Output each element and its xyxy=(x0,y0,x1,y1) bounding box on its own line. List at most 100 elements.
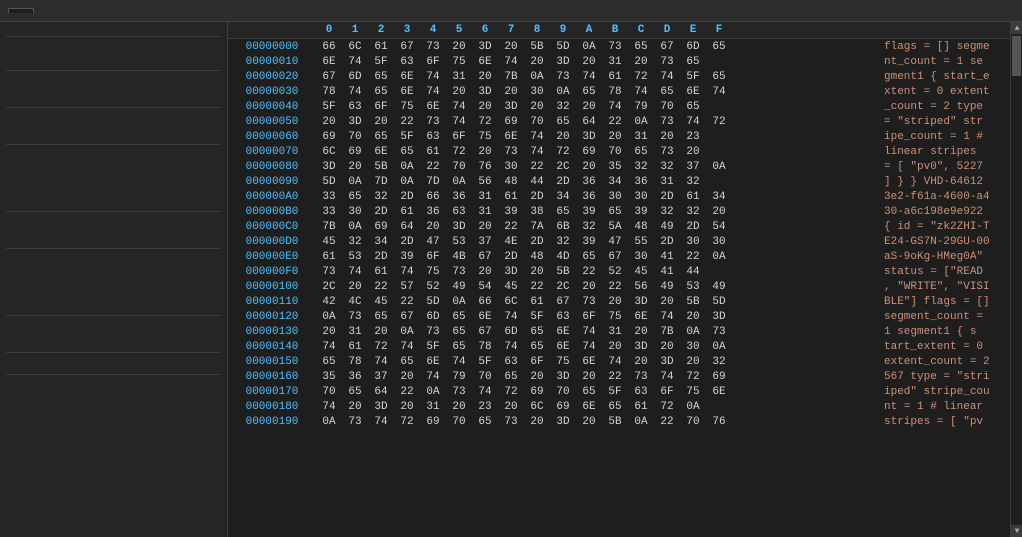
hex-byte[interactable]: 75 xyxy=(550,356,576,368)
hex-byte[interactable]: 70 xyxy=(446,416,472,428)
hex-byte[interactable]: 67 xyxy=(472,251,498,263)
hex-byte[interactable]: 31 xyxy=(602,326,628,338)
hex-byte[interactable]: 20 xyxy=(524,266,550,278)
table-row[interactable]: 000000405F636F756E74203D20322074797065_c… xyxy=(228,99,1010,114)
hex-byte[interactable]: 3D xyxy=(550,371,576,383)
hex-byte[interactable]: 61 xyxy=(368,266,394,278)
hex-byte[interactable]: 22 xyxy=(524,161,550,173)
hex-byte[interactable]: 20 xyxy=(472,71,498,83)
table-row[interactable]: 000000606970655F636F756E74203D20312023ip… xyxy=(228,129,1010,144)
hex-byte[interactable]: 72 xyxy=(680,371,706,383)
hex-byte[interactable]: 74 xyxy=(706,86,732,98)
hex-byte[interactable]: 30 xyxy=(680,236,706,248)
hex-byte[interactable]: 34 xyxy=(550,191,576,203)
hex-byte[interactable]: 22 xyxy=(602,116,628,128)
hex-byte[interactable]: 75 xyxy=(472,131,498,143)
table-row[interactable]: 000001900A73747269706573203D205B0A227076… xyxy=(228,414,1010,429)
hex-byte[interactable]: 35 xyxy=(602,161,628,173)
hex-byte[interactable]: 42 xyxy=(316,296,342,308)
hex-byte[interactable]: 74 xyxy=(524,131,550,143)
hex-byte[interactable]: 76 xyxy=(706,416,732,428)
hex-byte[interactable]: 6E xyxy=(550,326,576,338)
hex-byte[interactable]: 61 xyxy=(316,251,342,263)
hex-byte[interactable]: 3D xyxy=(472,41,498,53)
hex-byte[interactable]: 73 xyxy=(654,116,680,128)
hex-byte[interactable]: 48 xyxy=(524,251,550,263)
hex-byte[interactable]: 3D xyxy=(316,161,342,173)
hex-byte[interactable]: 36 xyxy=(420,206,446,218)
table-row[interactable]: 000000706C696E656172207374726970657320li… xyxy=(228,144,1010,159)
table-row[interactable]: 000000C07B0A6964203D20227A6B325A48492D54… xyxy=(228,219,1010,234)
hex-byte[interactable]: 65 xyxy=(368,131,394,143)
hex-byte[interactable]: 3D xyxy=(576,131,602,143)
hex-byte[interactable]: 0A xyxy=(576,41,602,53)
hex-byte[interactable]: 69 xyxy=(706,371,732,383)
hex-byte[interactable]: 53 xyxy=(680,281,706,293)
hex-byte[interactable]: 20 xyxy=(342,401,368,413)
hex-byte[interactable]: 32 xyxy=(576,221,602,233)
table-row[interactable]: 000000B033302D61366331393865396539323220… xyxy=(228,204,1010,219)
hex-byte[interactable]: 20 xyxy=(602,296,628,308)
hex-byte[interactable]: 0A xyxy=(394,326,420,338)
hex-byte[interactable]: 65 xyxy=(394,146,420,158)
hex-byte[interactable]: 23 xyxy=(472,401,498,413)
hex-byte[interactable]: 30 xyxy=(706,236,732,248)
hex-byte[interactable]: 2D xyxy=(498,251,524,263)
hex-byte[interactable]: 20 xyxy=(576,281,602,293)
hex-byte[interactable]: 4D xyxy=(550,251,576,263)
hex-byte[interactable]: 22 xyxy=(394,386,420,398)
hex-byte[interactable]: 5F xyxy=(316,101,342,113)
hex-byte[interactable]: 0A xyxy=(628,416,654,428)
table-row[interactable]: 000001603536372074797065203D202273747269… xyxy=(228,369,1010,384)
hex-byte[interactable]: 67 xyxy=(550,296,576,308)
hex-byte[interactable]: 20 xyxy=(576,56,602,68)
hex-byte[interactable]: 35 xyxy=(316,371,342,383)
hex-byte[interactable]: 74 xyxy=(498,341,524,353)
hex-byte[interactable]: 74 xyxy=(602,101,628,113)
hex-byte[interactable]: 66 xyxy=(316,41,342,53)
hex-byte[interactable]: 20 xyxy=(524,101,550,113)
hex-byte[interactable]: 53 xyxy=(446,236,472,248)
hex-byte[interactable]: 2C xyxy=(316,281,342,293)
hex-byte[interactable]: 6F xyxy=(654,386,680,398)
hex-byte[interactable]: 64 xyxy=(368,386,394,398)
hex-byte[interactable]: 45 xyxy=(316,236,342,248)
hex-byte[interactable]: 6E xyxy=(472,56,498,68)
hex-byte[interactable]: 65 xyxy=(446,326,472,338)
hex-byte[interactable]: 31 xyxy=(628,131,654,143)
hex-byte[interactable]: 22 xyxy=(576,266,602,278)
hex-byte[interactable]: 36 xyxy=(576,176,602,188)
hex-byte[interactable]: 6E xyxy=(498,131,524,143)
hex-byte[interactable]: 61 xyxy=(498,191,524,203)
hex-byte[interactable]: 61 xyxy=(342,341,368,353)
hex-byte[interactable]: 74 xyxy=(576,326,602,338)
hex-byte[interactable]: 32 xyxy=(342,236,368,248)
hex-byte[interactable]: 53 xyxy=(342,251,368,263)
hex-byte[interactable]: 32 xyxy=(680,206,706,218)
hex-byte[interactable]: 73 xyxy=(420,41,446,53)
hex-byte[interactable]: 69 xyxy=(342,146,368,158)
hex-byte[interactable]: 30 xyxy=(628,191,654,203)
hex-byte[interactable]: 31 xyxy=(654,176,680,188)
hex-byte[interactable]: 22 xyxy=(602,281,628,293)
table-row[interactable]: 000000A03365322D663631612D343630302D6134… xyxy=(228,189,1010,204)
hex-byte[interactable]: 3D xyxy=(706,311,732,323)
hex-byte[interactable]: 6E xyxy=(550,341,576,353)
title-tab[interactable] xyxy=(8,8,34,13)
hex-byte[interactable]: 67 xyxy=(602,251,628,263)
hex-byte[interactable]: 22 xyxy=(368,281,394,293)
hex-byte[interactable]: 2D xyxy=(368,251,394,263)
hex-byte[interactable]: 20 xyxy=(498,41,524,53)
hex-byte[interactable]: 5F xyxy=(602,386,628,398)
hex-byte[interactable]: 0A xyxy=(680,326,706,338)
hex-byte[interactable]: 0A xyxy=(680,401,706,413)
hex-byte[interactable]: 65 xyxy=(316,356,342,368)
hex-byte[interactable]: 20 xyxy=(342,161,368,173)
hex-byte[interactable]: 20 xyxy=(654,131,680,143)
hex-byte[interactable]: 48 xyxy=(498,176,524,188)
hex-byte[interactable]: 20 xyxy=(524,371,550,383)
hex-byte[interactable]: 20 xyxy=(680,311,706,323)
hex-byte[interactable]: 5F xyxy=(472,356,498,368)
hex-byte[interactable]: 70 xyxy=(654,101,680,113)
hex-byte[interactable]: 6D xyxy=(498,326,524,338)
